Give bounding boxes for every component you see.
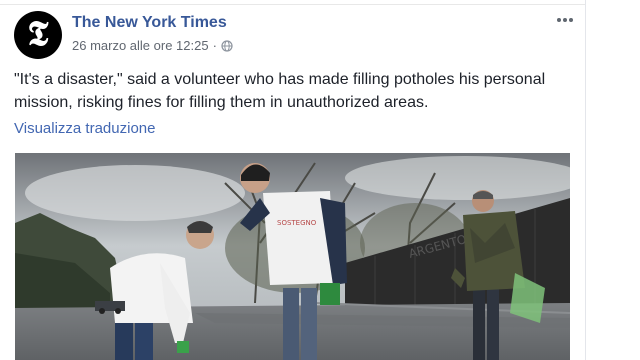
nyt-logo-icon: 𝕿 (27, 14, 49, 54)
nyt-avatar[interactable]: 𝕿 (14, 11, 62, 59)
page-name-link[interactable]: The New York Times (72, 14, 227, 32)
post-timestamp[interactable]: 26 marzo alle ore 12:25 (72, 38, 209, 53)
see-translation-link[interactable]: Visualizza traduzione (14, 120, 155, 137)
post-photo[interactable]: ARGENTO SOSTEGNO (15, 153, 570, 360)
post-meta: 26 marzo alle ore 12:25 · (72, 38, 233, 53)
more-options-icon[interactable] (554, 10, 576, 30)
svg-text:SOSTEGNO: SOSTEGNO (277, 219, 317, 227)
news-photo: ARGENTO SOSTEGNO (15, 153, 570, 360)
facebook-post-card: 𝕿 The New York Times 26 marzo alle ore 1… (0, 0, 586, 360)
right-gutter (585, 0, 640, 360)
post-text: "It's a disaster," said a volunteer who … (14, 71, 546, 111)
meta-separator: · (212, 38, 217, 53)
top-divider (0, 4, 585, 5)
globe-icon[interactable] (221, 39, 233, 52)
